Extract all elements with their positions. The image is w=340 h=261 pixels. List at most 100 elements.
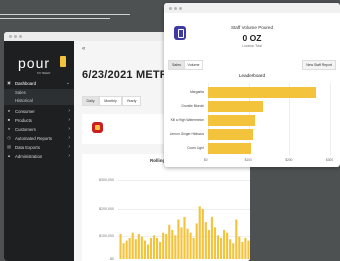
rolling-bar bbox=[192, 237, 195, 259]
people-icon: ♦ bbox=[7, 126, 11, 131]
rolling-bar bbox=[174, 235, 177, 259]
rolling-bar bbox=[244, 237, 247, 259]
rolling-bar bbox=[162, 232, 165, 259]
rolling-bar bbox=[119, 233, 122, 259]
rolling-bar bbox=[171, 230, 174, 259]
rolling-bar bbox=[213, 227, 217, 259]
stat-subtitle: Location Total bbox=[242, 44, 262, 48]
user-icon: ● bbox=[7, 108, 11, 113]
x-tick-label: $0 bbox=[204, 158, 208, 162]
rolling-bar bbox=[216, 235, 220, 259]
rolling-bar bbox=[159, 241, 162, 259]
chevron-right-icon: › bbox=[68, 126, 70, 132]
rolling-bar bbox=[122, 243, 125, 259]
staff-volume-window: Staff Volume Poured 0 OZ Location Total … bbox=[164, 3, 340, 167]
rolling-bar bbox=[168, 224, 171, 259]
grid-line bbox=[330, 83, 331, 155]
chevron-right-icon: › bbox=[68, 144, 70, 150]
rolling-bar bbox=[152, 235, 156, 259]
window-control-dot[interactable] bbox=[9, 35, 12, 38]
leaderboard-bar bbox=[208, 115, 255, 126]
chevron-right-icon: › bbox=[68, 117, 70, 123]
leaderboard-category-label: Coors Light bbox=[187, 146, 204, 150]
stat-value: 0 OZ bbox=[242, 33, 262, 43]
window-control-dot[interactable] bbox=[174, 7, 177, 10]
x-tick-label: $200 bbox=[285, 158, 293, 162]
rolling-bar bbox=[235, 219, 238, 259]
tab-yearly[interactable]: Yearly bbox=[122, 96, 141, 106]
nav-item-sales[interactable]: Sales bbox=[4, 89, 74, 97]
rolling-bar bbox=[183, 216, 186, 259]
x-tick-label: $300 bbox=[326, 158, 334, 162]
nav-item-dashboard[interactable]: ▣ Dashboard ⌄ bbox=[4, 80, 74, 88]
rolling-bar bbox=[195, 223, 198, 259]
window-control-dot[interactable] bbox=[179, 7, 182, 10]
nav-item-data-exports[interactable]: ▤ Data Exports › bbox=[4, 144, 74, 152]
nav-item-customers[interactable]: ♦ Customers › bbox=[4, 126, 74, 134]
download-icon: ▤ bbox=[7, 144, 11, 149]
rolling-bar bbox=[219, 237, 223, 259]
new-staff-report-button[interactable]: New Staff Report bbox=[302, 60, 336, 70]
chevron-right-icon: › bbox=[68, 135, 70, 141]
window-control-dot[interactable] bbox=[19, 35, 22, 38]
rolling-bar bbox=[186, 228, 189, 259]
chevron-down-icon: ⌄ bbox=[65, 80, 70, 86]
logo-subtitle: MY BEER bbox=[37, 71, 51, 75]
dashboard-icon: ▣ bbox=[7, 80, 11, 85]
rolling-bar bbox=[189, 232, 192, 259]
leaderboard-bar bbox=[208, 129, 253, 140]
leaderboard-category-label: Margarita bbox=[190, 90, 204, 94]
rolling-bar bbox=[207, 230, 210, 259]
rolling-bar bbox=[223, 230, 226, 259]
rolling-bar bbox=[204, 222, 207, 259]
sidebar: pour MY BEER ▣ Dashboard ⌄ Sales Histori… bbox=[4, 41, 74, 261]
rolling-chart-card: Rolling $300,000 $200,000 $100,000 $0 bbox=[82, 154, 250, 261]
window-control-dot[interactable] bbox=[14, 35, 17, 38]
box-icon: ■ bbox=[7, 117, 11, 122]
nav-item-automated-reports[interactable]: ◷ Automated Reports › bbox=[4, 135, 74, 143]
chevron-right-icon: › bbox=[68, 108, 70, 114]
tab-sales[interactable]: Sales bbox=[168, 60, 185, 70]
rolling-bar bbox=[143, 240, 146, 259]
rolling-bar bbox=[198, 206, 201, 259]
rolling-bar bbox=[137, 233, 140, 259]
admin-icon: ▲ bbox=[7, 153, 11, 158]
window-titlebar bbox=[164, 3, 340, 13]
rolling-bar bbox=[180, 227, 183, 259]
leaderboard-bar bbox=[208, 143, 251, 154]
nav-item-historical[interactable]: Historical bbox=[4, 97, 74, 105]
window-control-dot[interactable] bbox=[169, 7, 172, 10]
rolling-bar bbox=[156, 237, 159, 259]
stat-title: Staff Volume Poured bbox=[230, 25, 274, 30]
rolling-bar bbox=[128, 237, 131, 259]
rolling-bar bbox=[177, 219, 180, 259]
logo: pour bbox=[18, 55, 51, 71]
tab-volume[interactable]: Volume bbox=[184, 60, 203, 70]
rolling-bar bbox=[247, 240, 250, 259]
nav-item-products[interactable]: ■ Products › bbox=[4, 117, 74, 125]
rolling-bar bbox=[146, 244, 150, 259]
beer-glass-logo-icon bbox=[60, 56, 66, 67]
leaderboard-category-label: Lemon Ginger Hibiscus bbox=[169, 132, 204, 136]
tab-daily[interactable]: Daily bbox=[82, 96, 99, 106]
nav-item-administration[interactable]: ▲ Administration › bbox=[4, 153, 74, 161]
leaderboard-category-label: Kill a High Watermelon bbox=[170, 118, 204, 122]
rolling-bar bbox=[226, 232, 229, 259]
x-tick-label: $100 bbox=[244, 158, 252, 162]
chevron-right-icon: › bbox=[68, 153, 70, 159]
leaderboard-title: Leaderboard bbox=[238, 73, 266, 78]
rolling-bar bbox=[134, 239, 137, 259]
rolling-bar-chart bbox=[119, 206, 250, 259]
nav-item-consumer[interactable]: ● Consumer › bbox=[4, 108, 74, 116]
rolling-bar bbox=[165, 233, 168, 259]
rolling-bar bbox=[232, 243, 235, 259]
rolling-bar bbox=[241, 241, 244, 259]
rolling-bar bbox=[229, 239, 232, 259]
clock-icon: ◷ bbox=[7, 135, 11, 140]
rolling-bar bbox=[140, 236, 143, 259]
leaderboard-category-label: Drunkle Blonde bbox=[181, 104, 204, 108]
tab-monthly[interactable]: Monthly bbox=[99, 96, 122, 106]
leaderboard-bar bbox=[208, 87, 316, 98]
rolling-bar bbox=[210, 216, 213, 259]
collapse-sidebar-icon[interactable]: « bbox=[82, 46, 85, 52]
